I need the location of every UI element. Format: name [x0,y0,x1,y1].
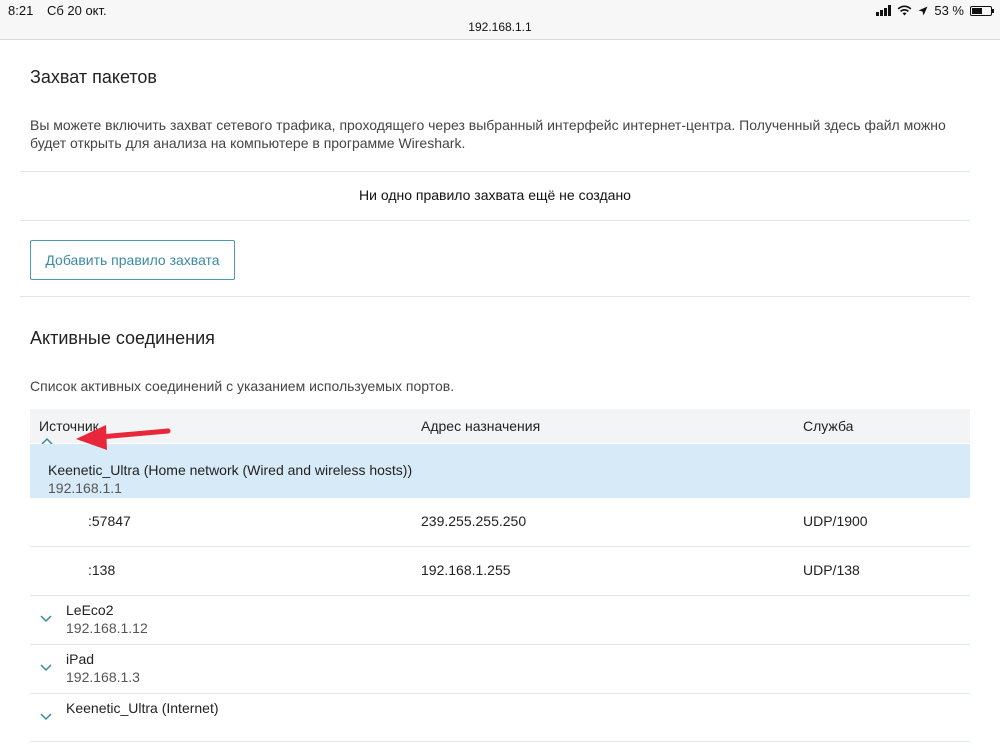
group-host-ip: 192.168.1.1 [48,480,122,496]
location-icon [918,6,928,15]
row-divider [30,741,970,742]
row-divider [30,693,970,694]
group-host-name[interactable]: iPad [66,651,94,667]
chevron-down-icon[interactable] [39,712,53,722]
row-source-port: :57847 [88,513,131,529]
add-capture-rule-button[interactable]: Добавить правило захвата [30,240,235,280]
row-source-port: :138 [88,562,116,578]
row-service: UDP/1900 [803,513,868,529]
column-destination[interactable]: Адрес назначения [421,418,540,434]
row-divider [30,595,970,596]
group-host-name[interactable]: LeEco2 [66,602,113,618]
signal-icon [876,5,892,16]
capture-description: Вы можете включить захват сетевого трафи… [30,117,946,151]
divider [20,171,970,172]
divider [20,220,970,221]
group-host-name[interactable]: Keenetic_Ultra (Internet) [66,700,219,716]
group-host-name: Keenetic_Ultra (Home network (Wired and … [48,462,413,478]
group-host-ip: 192.168.1.3 [66,669,140,685]
status-left: 8:21 Сб 20 окт. [8,3,117,18]
row-divider [30,644,970,645]
wifi-icon [897,5,912,16]
battery-icon [970,5,994,16]
column-service[interactable]: Служба [803,418,853,434]
row-service: UDP/138 [803,562,860,578]
row-destination: 192.168.1.255 [421,562,511,578]
row-destination: 239.255.255.250 [421,513,527,529]
chevron-down-icon[interactable] [39,663,53,673]
annotation-arrow-icon [76,425,171,450]
group-host-ip: 192.168.1.12 [66,620,148,636]
address-bar-url[interactable]: 192.168.1.1 [0,20,1000,34]
column-source[interactable]: Источник [39,418,99,434]
row-divider [30,546,970,547]
chevron-down-icon[interactable] [39,614,53,624]
capture-section-title: Захват пакетов [30,67,157,87]
date: Сб 20 окт. [46,3,107,18]
table-header: Источник Адрес назначения Служба [30,409,970,443]
connections-section-title: Активные соединения [30,328,215,348]
clock: 8:21 [8,3,34,18]
status-right: 53 % [876,3,994,18]
connections-description: Список активных соединений с указанием и… [30,378,455,394]
section-divider [20,296,970,297]
battery-percent: 53 % [934,3,964,18]
battery-level [972,7,982,14]
status-bar: 8:21 Сб 20 окт. 192.168.1.1 53 % [0,0,1000,40]
no-capture-rules-message: Ни одно правило захвата ещё не создано [359,187,631,203]
